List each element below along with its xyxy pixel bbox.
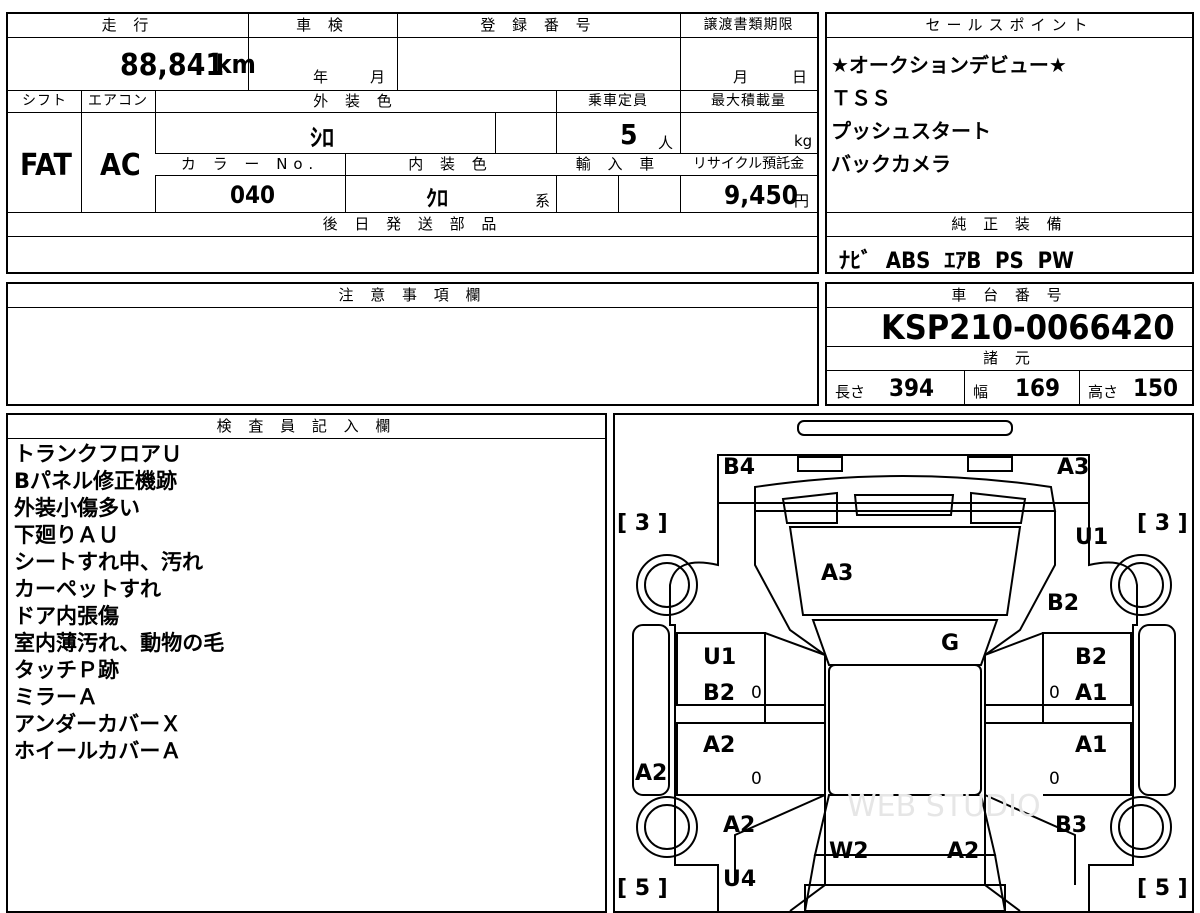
- damage-mark-b2-right-door: B2: [1075, 645, 1108, 670]
- inspector-header: 検 査 員 記 入 欄: [8, 415, 605, 439]
- damage-mark-b2-right-fender: B2: [1047, 591, 1080, 616]
- sales-points-box: セールスポイント ★オークションデビュー★ ＴＳＳ プッシュスタート バックカメ…: [825, 12, 1194, 274]
- recycle-deposit-header: リサイクル預託金: [680, 154, 817, 176]
- mileage-header: 走 行: [8, 14, 248, 38]
- equipment-value: ﾅﾋﾞ ABS ｴｱB PS PW: [839, 249, 1074, 274]
- tire-front-right-tread: [ 3 ]: [1137, 511, 1188, 536]
- sales-point-line-3: プッシュスタート: [831, 119, 991, 143]
- interior-color-unit: 系: [535, 192, 551, 210]
- damage-mark-a2-left-side: A2: [635, 761, 668, 786]
- watermark: WEB STUDIO: [847, 789, 1041, 824]
- shift-header: シフト: [8, 91, 81, 113]
- inspection-year-unit: 年: [313, 68, 329, 86]
- damage-mark-u1-left-door: U1: [703, 645, 737, 670]
- inspector-line: シートすれ中、汚れ: [14, 550, 203, 574]
- registration-header: 登 録 番 号: [397, 14, 680, 38]
- car-diagram: [ 3 ] [ 3 ] [ 5 ] [ 5 ] B4 A3 U1 A3 B2 G…: [613, 413, 1194, 913]
- transfer-deadline-header: 譲渡書類期限: [680, 14, 817, 38]
- inspector-line: トランクフロアＵ: [14, 442, 182, 466]
- recycle-deposit-unit: 円: [794, 192, 810, 210]
- color-no-header: カ ラ ー No.: [155, 154, 345, 176]
- damage-mark-b4: B4: [723, 455, 756, 480]
- exterior-color-value: ｼﾛ: [310, 124, 334, 152]
- later-parts-header: 後 日 発 送 部 品: [8, 213, 817, 237]
- capacity-value: 5: [620, 118, 638, 151]
- width-label: 幅: [973, 383, 989, 401]
- damage-mark-u4: U4: [723, 867, 757, 892]
- inspector-line: ドア内張傷: [14, 604, 119, 628]
- damage-mark-b2-left-door: B2: [703, 681, 736, 706]
- inspector-line: カーペットすれ: [14, 577, 161, 601]
- height-value: 150: [1133, 374, 1179, 402]
- sales-point-line-4: バックカメラ: [831, 152, 951, 176]
- chassis-box: 車 台 番 号 KSP210-0066420 諸 元 長さ 394 幅 169 …: [825, 282, 1194, 406]
- specs-header: 諸 元: [827, 347, 1192, 371]
- damage-mark-b3-right: B3: [1055, 813, 1088, 838]
- inspection-header: 車 検: [248, 14, 397, 38]
- tire-rear-right-tread: [ 5 ]: [1137, 876, 1188, 901]
- mileage-value: 88,841: [120, 48, 225, 83]
- damage-mark-a1-right-rear-door: A1: [1075, 733, 1108, 758]
- damage-mark-zero: 0: [751, 769, 762, 789]
- inspector-line: タッチＰ跡: [14, 658, 119, 682]
- damage-mark-a2-left-quarter: A2: [723, 813, 756, 838]
- width-value: 169: [1015, 374, 1061, 402]
- inspector-lines: トランクフロアＵ Bパネル修正機跡 外装小傷多い 下廻りＡＵ シートすれ中、汚れ…: [14, 441, 594, 765]
- damage-mark-w2: W2: [829, 839, 869, 864]
- max-load-header: 最大積載量: [680, 91, 817, 113]
- height-label: 高さ: [1088, 383, 1119, 401]
- damage-mark-g: G: [941, 631, 960, 656]
- inspection-month-unit: 月: [370, 68, 386, 86]
- inspector-line: 下廻りＡＵ: [14, 523, 119, 547]
- interior-color-header: 内 装 色: [345, 154, 556, 176]
- length-label: 長さ: [835, 383, 866, 401]
- color-no-value: 040: [230, 181, 276, 209]
- inspector-line: Bパネル修正機跡: [14, 469, 178, 493]
- inspector-line: アンダーカバーＸ: [14, 712, 182, 736]
- inspector-line: 外装小傷多い: [14, 496, 140, 520]
- interior-color-value: ｸﾛ: [426, 187, 449, 212]
- sales-point-line-1: ★オークションデビュー★: [831, 53, 1067, 77]
- damage-mark-zero: 0: [751, 683, 762, 703]
- notes-header: 注 意 事 項 欄: [8, 284, 817, 308]
- recycle-deposit-value: 9,450: [724, 181, 798, 211]
- import-header: 輸 入 車: [556, 154, 680, 176]
- transfer-month-unit: 月: [733, 68, 749, 86]
- mileage-unit: km: [216, 50, 256, 80]
- ac-header: エアコン: [81, 91, 155, 113]
- damage-mark-a2-left-rear-door: A2: [703, 733, 736, 758]
- inspector-line: ミラーＡ: [14, 685, 98, 709]
- inspector-line: ホイールカバーＡ: [14, 739, 182, 763]
- tire-front-left-tread: [ 3 ]: [617, 511, 668, 536]
- capacity-unit: 人: [658, 134, 674, 152]
- chassis-header: 車 台 番 号: [827, 284, 1192, 308]
- tire-rear-left-tread: [ 5 ]: [617, 876, 668, 901]
- vehicle-summary-table: 走 行 車 検 登 録 番 号 譲渡書類期限 88,841 km 年 月 月 日…: [6, 12, 819, 274]
- damage-mark-u1-right: U1: [1075, 525, 1109, 550]
- equipment-header: 純 正 装 備: [827, 213, 1192, 237]
- max-load-unit: kg: [794, 132, 813, 150]
- damage-mark-a3-top: A3: [1057, 455, 1090, 480]
- damage-mark-a1-right-door: A1: [1075, 681, 1108, 706]
- inspector-line: 室内薄汚れ、動物の毛: [14, 631, 225, 655]
- damage-mark-zero: 0: [1049, 683, 1060, 703]
- inspector-notes-box: 検 査 員 記 入 欄 トランクフロアＵ Bパネル修正機跡 外装小傷多い 下廻り…: [6, 413, 607, 913]
- damage-mark-a2-rear: A2: [947, 839, 980, 864]
- ac-value: AC: [100, 148, 141, 183]
- sales-points-header: セールスポイント: [827, 14, 1192, 38]
- chassis-number: KSP210-0066420: [881, 308, 1175, 348]
- damage-mark-zero: 0: [1049, 769, 1060, 789]
- capacity-header: 乗車定員: [556, 91, 680, 113]
- exterior-color-header: 外 装 色: [155, 91, 556, 113]
- length-value: 394: [889, 374, 935, 402]
- notes-box: 注 意 事 項 欄: [6, 282, 819, 406]
- damage-mark-a3-hood: A3: [821, 561, 854, 586]
- sales-point-line-2: ＴＳＳ: [831, 86, 891, 110]
- transfer-day-unit: 日: [792, 68, 808, 86]
- shift-value: FAT: [20, 148, 72, 183]
